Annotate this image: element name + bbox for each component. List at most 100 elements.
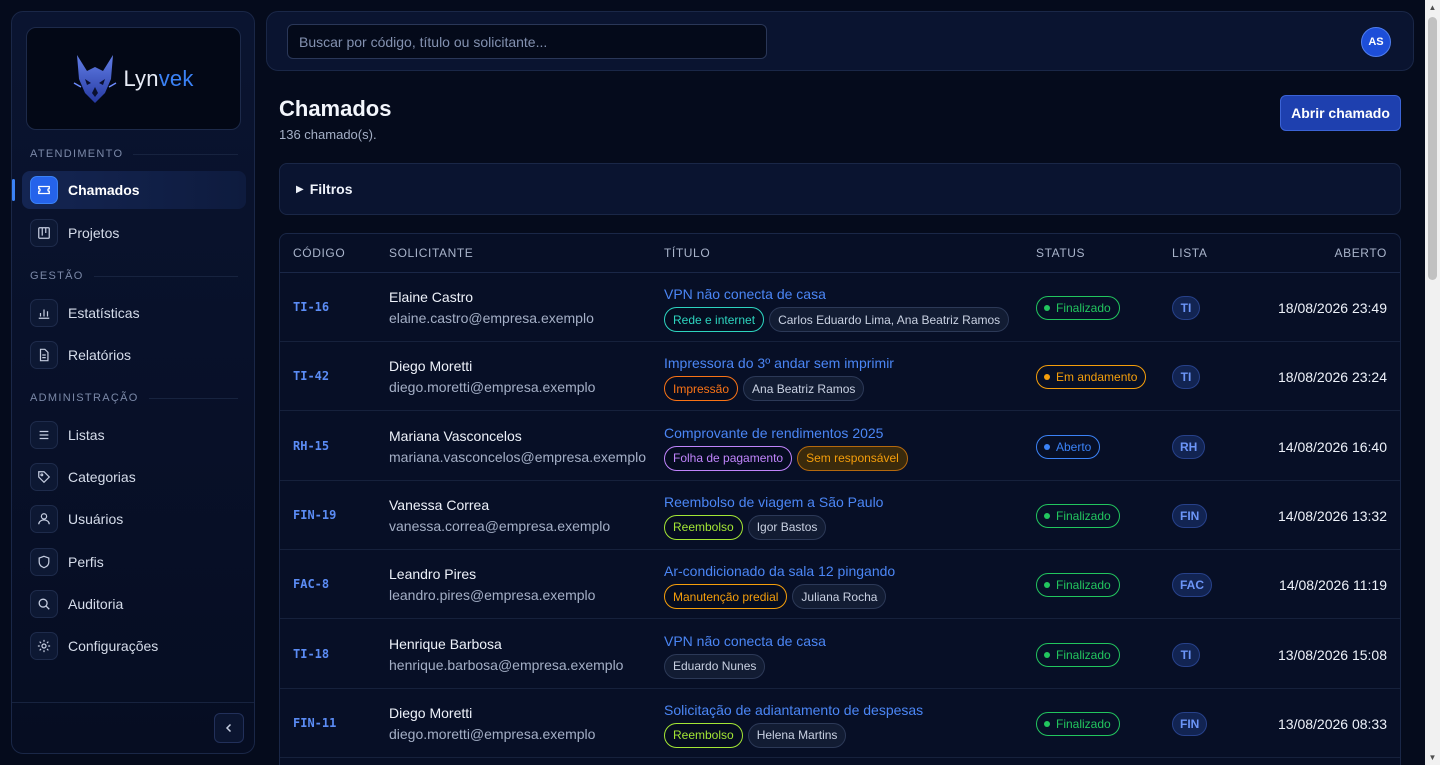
assignee-tag: Helena Martins [747, 722, 847, 748]
status-label: Aberto [1056, 439, 1092, 454]
column-header-opened[interactable]: ABERTO [1334, 246, 1387, 260]
ticket-title-link[interactable]: Comprovante de rendimentos 2025 [664, 425, 883, 441]
tickets-table: CÓDIGO SOLICITANTE TÍTULO STATUS LISTA A… [279, 233, 1401, 765]
status-badge: Finalizado [1036, 711, 1120, 736]
collapse-sidebar-button[interactable] [214, 713, 244, 743]
status-label: Finalizado [1056, 716, 1111, 731]
status-dot-icon [1044, 651, 1050, 658]
scroll-up-icon[interactable]: ▲ [1425, 0, 1440, 15]
ticket-code[interactable]: TI-42 [293, 369, 329, 383]
column-header-code[interactable]: CÓDIGO [293, 246, 345, 260]
gear-icon [30, 632, 58, 660]
table-row[interactable]: FAC-8 Leandro Pires leandro.pires@empresa.… [280, 550, 1400, 620]
status-dot-icon [1044, 512, 1050, 519]
status-label: Em andamento [1056, 370, 1138, 385]
opened-date: 14/08/2026 11:19 [1279, 577, 1387, 594]
sidebar-item-label: Projetos [68, 225, 120, 241]
sidebar-item-chamados[interactable]: Chamados [12, 171, 246, 209]
opened-date: 18/08/2026 23:49 [1278, 300, 1387, 316]
brand-name-part: Lyn [123, 65, 159, 91]
ticket-code[interactable]: FIN-19 [293, 508, 336, 522]
sidebar-item-label: Categorias [68, 469, 136, 485]
table-row[interactable]: FIN-11 Diego Moretti diego.moretti@empresa… [280, 689, 1400, 758]
status-badge: Finalizado [1036, 503, 1120, 528]
ticket-tags: Reembolso Igor Bastos [664, 514, 827, 540]
category-tag: Reembolso [664, 514, 743, 540]
table-row[interactable]: TI-16 Elaine Castro elaine.castro@empresa.… [280, 273, 1400, 342]
category-tag: Manutenção predial [664, 584, 788, 610]
ticket-code[interactable]: FIN-11 [293, 716, 336, 730]
scrollbar-thumb[interactable] [1428, 17, 1437, 280]
requester-email: elaine.castro@empresa.exemplo [389, 310, 594, 326]
list-badge: TI [1172, 296, 1200, 320]
brand-logo[interactable]: Lynvek [26, 27, 241, 130]
requester-email: diego.moretti@empresa.exemplo [389, 379, 596, 396]
ticket-code[interactable]: TI-16 [293, 300, 329, 314]
page-title: Chamados [279, 96, 392, 121]
column-header-list[interactable]: LISTA [1172, 246, 1207, 260]
table-row[interactable]: RH-15 Mariana Vasconcelos mariana.vasconce… [280, 412, 1400, 481]
ticket-code[interactable]: RH-15 [293, 439, 329, 453]
opened-date: 18/08/2026 23:24 [1278, 369, 1387, 386]
ticket-title-link[interactable]: Solicitação de adiantamento de despesas [664, 702, 923, 718]
sidebar-item-perfis[interactable]: Perfis [22, 543, 246, 581]
ticket-title-link[interactable]: VPN não conecta de casa [664, 633, 826, 649]
ticket-title-link[interactable]: Reembolso de viagem a São Paulo [664, 494, 883, 510]
requester-email: henrique.barbosa@empresa.exemplo [389, 656, 624, 673]
status-label: Finalizado [1056, 301, 1111, 315]
table-row[interactable]: FIN-19 Vanessa Correa vanessa.correa@empre… [280, 481, 1400, 550]
table-row[interactable]: TI-42 Diego Moretti diego.moretti@empresa.… [280, 342, 1400, 412]
search-icon [30, 590, 58, 618]
avatar[interactable]: AS [1361, 27, 1391, 57]
list-badge: TI [1172, 642, 1200, 667]
sidebar-item-auditoria[interactable]: Auditoria [22, 585, 246, 623]
assignee-tag: Eduardo Nunes [664, 653, 766, 679]
column-header-title[interactable]: TÍTULO [664, 246, 710, 260]
filters-toggle[interactable]: ▶ Filtros [279, 163, 1401, 215]
requester-name: Diego Moretti [389, 704, 473, 721]
category-tag: Reembolso [664, 722, 743, 748]
table-header: CÓDIGO SOLICITANTE TÍTULO STATUS LISTA A… [280, 234, 1400, 273]
status-label: Finalizado [1056, 508, 1111, 523]
sidebar-item-projetos[interactable]: Projetos [22, 214, 246, 252]
sidebar-item-configuracoes[interactable]: Configurações [22, 627, 246, 665]
requester-email: vanessa.correa@empresa.exemplo [389, 517, 611, 534]
status-badge: Finalizado [1036, 573, 1120, 598]
section-atendimento: ATENDIMENTO [30, 148, 238, 160]
status-badge: Finalizado [1036, 296, 1120, 320]
sidebar-item-estatisticas[interactable]: Estatísticas [22, 294, 246, 332]
scroll-down-icon[interactable]: ▼ [1425, 750, 1440, 765]
assignee-tag: Igor Bastos [747, 514, 827, 540]
ticket-code[interactable]: FAC-8 [293, 577, 329, 591]
page-scrollbar[interactable]: ▲ ▼ [1425, 0, 1440, 765]
section-gestao: GESTÃO [30, 270, 238, 282]
requester-name: Leandro Pires [389, 566, 477, 583]
filters-label: Filtros [309, 181, 353, 197]
column-header-status[interactable]: STATUS [1036, 246, 1085, 260]
opened-date: 13/08/2026 08:33 [1278, 715, 1387, 732]
list-badge: FAC [1172, 573, 1212, 598]
category-tag: Impressão [664, 376, 739, 402]
ticket-title-link[interactable]: VPN não conecta de casa [664, 286, 826, 302]
column-header-requester[interactable]: SOLICITANTE [389, 246, 473, 260]
document-icon [30, 341, 58, 369]
sidebar-item-label: Auditoria [68, 596, 124, 612]
sidebar-item-listas[interactable]: Listas [22, 416, 246, 454]
category-tag: Folha de pagamento [664, 445, 793, 471]
search-input[interactable] [287, 24, 767, 59]
ticket-code[interactable]: TI-18 [293, 647, 329, 661]
list-badge: FIN [1172, 711, 1208, 736]
status-label: Finalizado [1056, 578, 1111, 593]
status-dot-icon [1044, 443, 1050, 450]
ticket-title-link[interactable]: Ar-condicionado da sala 12 pingando [664, 563, 895, 579]
sidebar-item-categorias[interactable]: Categorias [22, 458, 246, 496]
table-row[interactable]: TI-18 Henrique Barbosa henrique.barbosa@em… [280, 620, 1400, 689]
open-ticket-button[interactable]: Abrir chamado [1280, 95, 1401, 131]
sidebar-item-usuarios[interactable]: Usuários [22, 500, 246, 538]
requester-name: Elaine Castro [389, 289, 474, 305]
brand-name-accent: vek [158, 65, 194, 91]
requester-email: leandro.pires@empresa.exemplo [389, 587, 596, 604]
sidebar-item-relatorios[interactable]: Relatórios [22, 336, 246, 374]
category-tag: Rede e internet [664, 307, 765, 332]
ticket-title-link[interactable]: Impressora do 3º andar sem imprimir [664, 355, 894, 371]
